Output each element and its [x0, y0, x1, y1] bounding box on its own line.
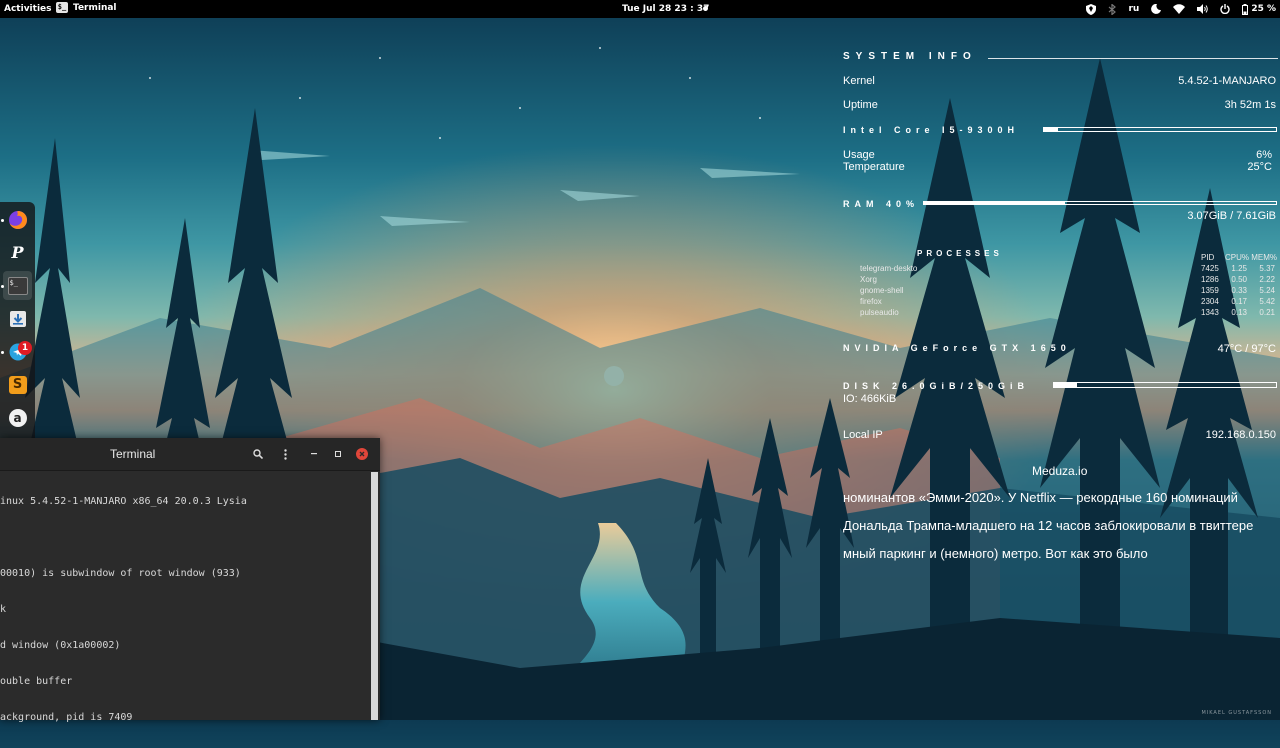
process-row: telegram-deskto 7425 1.25 5.37: [859, 263, 1277, 274]
process-row: pulseaudio 1343 0.13 0.21: [859, 307, 1277, 318]
news-source: Meduza.io: [1032, 464, 1088, 478]
system-info-title: SYSTEM INFO: [843, 51, 977, 62]
uptime-value: 3h 52m 1s: [1224, 99, 1276, 111]
process-cpu: 0.50: [1231, 275, 1247, 284]
news-headline: Дональда Трампа-младшего на 12 часов заб…: [843, 518, 1254, 533]
process-mem: 2.22: [1259, 275, 1275, 284]
pid-header: PID: [1201, 253, 1215, 262]
ram-value: 3.07GiB / 7.61GiB: [1187, 210, 1276, 222]
uptime-label: Uptime: [843, 99, 878, 111]
cpu-usage-bar-fill: [1044, 128, 1058, 131]
process-cpu: 0.17: [1231, 297, 1247, 306]
process-mem: 5.42: [1259, 297, 1275, 306]
disk-usage-bar: [1053, 382, 1277, 388]
ram-usage-bar: [923, 201, 1277, 205]
process-row: Xorg 1286 0.50 2.22: [859, 274, 1277, 285]
disk-usage-bar-fill: [1054, 383, 1078, 387]
conky-widget: SYSTEM INFO Kernel 5.4.52-1-MANJARO Upti…: [0, 0, 1280, 720]
process-pid: 2304: [1201, 297, 1219, 306]
process-name: gnome-shell: [860, 286, 904, 295]
process-mem: 5.24: [1259, 286, 1275, 295]
process-row: firefox 2304 0.17 5.42: [859, 296, 1277, 307]
ram-usage-bar-fill: [924, 202, 1065, 204]
disk-io: IO: 466KiB: [843, 393, 897, 405]
kernel-label: Kernel: [843, 75, 875, 87]
process-name: telegram-deskto: [860, 264, 918, 273]
section-divider: [988, 58, 1278, 59]
gpu-title: NVIDIA GeForce GTX 1650: [843, 343, 1071, 353]
local-ip-value: 192.168.0.150: [1205, 429, 1276, 441]
processes-title: PROCESSES: [917, 249, 1003, 258]
kernel-value: 5.4.52-1-MANJARO: [1178, 75, 1276, 87]
process-pid: 1359: [1201, 286, 1219, 295]
process-name: pulseaudio: [860, 308, 899, 317]
local-ip-label: Local IP: [843, 429, 883, 441]
process-table-header: PID CPU% MEM%: [1201, 252, 1277, 263]
news-headline: мный паркинг и (немного) метро. Вот как …: [843, 546, 1148, 561]
process-pid: 1343: [1201, 308, 1219, 317]
process-row: gnome-shell 1359 0.33 5.24: [859, 285, 1277, 296]
process-name: Xorg: [860, 275, 877, 284]
news-headline: номинантов «Эмми-2020». У Netflix — реко…: [843, 490, 1238, 505]
cpu-usage-bar: [1043, 127, 1277, 132]
process-name: firefox: [860, 297, 882, 306]
temperature-label: Temperature: [843, 161, 905, 173]
gpu-temperature: 47°C / 97°C: [1217, 343, 1276, 355]
mem-header: MEM%: [1251, 253, 1277, 262]
process-rows: telegram-deskto 7425 1.25 5.37 Xorg 1286…: [859, 263, 1277, 318]
ram-title: RAM 40%: [843, 199, 920, 209]
cpu-header: CPU%: [1224, 253, 1249, 262]
usage-value: 6%: [1256, 149, 1272, 161]
usage-label: Usage: [843, 149, 875, 161]
cpu-title: Intel Core I5-9300H: [843, 125, 1020, 135]
process-cpu: 0.13: [1231, 308, 1247, 317]
wallpaper-credit: MIKAEL GUSTAFSSON: [1201, 710, 1272, 716]
process-cpu: 1.25: [1231, 264, 1247, 273]
disk-title: DISK 26.0GiB/250GiB: [843, 381, 1030, 391]
process-mem: 0.21: [1259, 308, 1275, 317]
temperature-value: 25°C: [1247, 161, 1272, 173]
process-cpu: 0.33: [1231, 286, 1247, 295]
process-pid: 1286: [1201, 275, 1219, 284]
process-mem: 5.37: [1259, 264, 1275, 273]
process-pid: 7425: [1201, 264, 1219, 273]
